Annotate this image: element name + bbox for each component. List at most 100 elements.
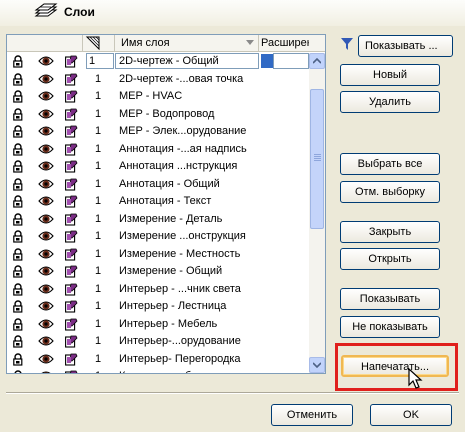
table-row[interactable]: 1 Аннотация -...ая надпись (7, 141, 309, 159)
scroll-down-button[interactable] (309, 357, 325, 373)
table-row[interactable]: 1 Конструкти...бинирован (7, 368, 309, 373)
eye-icon[interactable] (38, 143, 54, 158)
eye-icon[interactable] (38, 73, 54, 88)
lock-open-icon[interactable] (13, 352, 27, 369)
table-row[interactable]: 1 Интерьер- Перегородка (7, 351, 309, 369)
filter-dropdown-button[interactable]: Показывать ... (358, 35, 453, 57)
pen-icon[interactable] (65, 335, 78, 351)
eye-icon[interactable] (38, 248, 54, 263)
vertical-scrollbar[interactable] (309, 53, 325, 373)
eye-icon[interactable] (38, 318, 54, 333)
cancel-button[interactable]: Отменить (271, 404, 353, 426)
table-row[interactable]: 1 2D-чертеж - Общий (7, 53, 309, 71)
eye-icon[interactable] (38, 108, 54, 123)
scroll-up-button[interactable] (309, 53, 325, 69)
eye-icon[interactable] (38, 283, 54, 298)
lock-open-icon[interactable] (13, 90, 27, 106)
lock-open-icon[interactable] (13, 300, 27, 316)
layer-name: Аннотация - Общий (119, 177, 220, 190)
pen-icon[interactable] (65, 213, 78, 229)
eye-icon[interactable] (38, 265, 54, 280)
lock-open-icon[interactable] (13, 160, 27, 176)
pen-icon[interactable] (65, 90, 78, 106)
lock-open-icon[interactable] (13, 282, 27, 299)
ok-button[interactable]: OK (370, 404, 452, 426)
pen-icon[interactable] (65, 73, 78, 89)
lock-open-icon[interactable] (13, 125, 27, 141)
scroll-thumb[interactable] (310, 89, 324, 229)
lock-open-icon[interactable] (13, 265, 27, 281)
lock-open-icon[interactable] (13, 335, 27, 351)
eye-icon[interactable] (38, 178, 54, 193)
header-icons-column[interactable] (7, 35, 83, 52)
pen-icon[interactable] (65, 353, 78, 369)
table-row[interactable]: 1 Интерьер - Мебель (7, 316, 309, 334)
pen-icon[interactable] (65, 178, 78, 194)
pen-icon[interactable] (65, 300, 78, 316)
pen-icon[interactable] (65, 248, 78, 264)
header-ext-column[interactable]: Расширен (259, 35, 309, 52)
eye-icon[interactable] (38, 125, 54, 140)
eye-icon[interactable] (38, 300, 54, 315)
table-row[interactable]: 1 Измерение - Деталь (7, 211, 309, 229)
eye-icon[interactable] (38, 230, 54, 245)
table-row[interactable]: 1 Интерьер - Лестница (7, 298, 309, 316)
deselect-button[interactable]: Отм. выборку (340, 181, 440, 203)
pen-icon[interactable] (65, 160, 78, 176)
header-number-column[interactable] (83, 35, 115, 52)
hide-button[interactable]: Не показывать (340, 316, 440, 338)
select-all-button[interactable]: Выбрать все (340, 153, 440, 175)
table-row[interactable]: 1 2D-чертеж -...овая точка (7, 71, 309, 89)
table-row[interactable]: 1 MEP - Элек...орудование (7, 123, 309, 141)
table-row[interactable]: 1 Измерение ...онструкция (7, 228, 309, 246)
table-row[interactable]: 1 Измерение - Местность (7, 246, 309, 264)
unlock-button[interactable]: Открыть (340, 248, 440, 270)
eye-icon[interactable] (38, 55, 54, 70)
lock-open-icon[interactable] (13, 72, 27, 89)
table-row[interactable]: 1 Аннотация - Текст (7, 193, 309, 211)
lock-open-icon[interactable] (13, 370, 27, 373)
eye-icon[interactable] (38, 353, 54, 368)
delete-button[interactable]: Удалить (340, 91, 440, 113)
lock-open-icon[interactable] (13, 55, 27, 71)
table-row[interactable]: 1 Аннотация - Общий (7, 176, 309, 194)
eye-icon[interactable] (38, 90, 54, 105)
pen-icon[interactable] (65, 195, 78, 211)
lock-button[interactable]: Закрыть (340, 221, 440, 243)
eye-icon[interactable] (38, 213, 54, 228)
pen-icon[interactable] (65, 55, 78, 71)
eye-icon[interactable] (38, 195, 54, 210)
lock-open-icon[interactable] (13, 177, 27, 194)
table-row[interactable]: 1 MEP - HVAC (7, 88, 309, 106)
eye-icon[interactable] (38, 370, 54, 373)
pen-icon[interactable] (65, 265, 78, 281)
pen-icon[interactable] (65, 230, 78, 246)
table-row[interactable]: 1 Интерьер - ...чник света (7, 281, 309, 299)
pen-icon[interactable] (65, 283, 78, 299)
show-button[interactable]: Показывать (340, 288, 440, 310)
lock-open-icon[interactable] (13, 195, 27, 211)
lock-open-icon[interactable] (13, 230, 27, 246)
pen-icon[interactable] (65, 143, 78, 159)
lock-open-icon[interactable] (13, 142, 27, 159)
lock-open-icon[interactable] (13, 212, 27, 229)
table-row[interactable]: 1 Измерение - Общий (7, 263, 309, 281)
pen-icon[interactable] (65, 318, 78, 334)
header-name-column[interactable]: Имя слоя (115, 35, 259, 52)
table-row[interactable]: 1 Аннотация ...нструкция (7, 158, 309, 176)
lock-open-icon[interactable] (13, 107, 27, 124)
new-button[interactable]: Новый (340, 64, 440, 86)
lock-open-icon[interactable] (13, 317, 27, 334)
pen-icon[interactable] (65, 370, 78, 373)
pen-icon[interactable] (65, 125, 78, 141)
ext-edit-field[interactable] (273, 53, 309, 69)
filter-icon[interactable] (341, 38, 353, 50)
table-row[interactable]: 1 Интерьер-...орудование (7, 333, 309, 351)
pen-icon[interactable] (65, 108, 78, 124)
eye-icon[interactable] (38, 335, 54, 350)
print-button[interactable]: Напечатать... (341, 355, 449, 377)
table-row[interactable]: 1 MEP - Водопровод (7, 106, 309, 124)
layers-table: Имя слоя Расширен 1 2D-чертеж - Общий 1 2D-… (6, 34, 326, 374)
eye-icon[interactable] (38, 160, 54, 175)
lock-open-icon[interactable] (13, 247, 27, 264)
